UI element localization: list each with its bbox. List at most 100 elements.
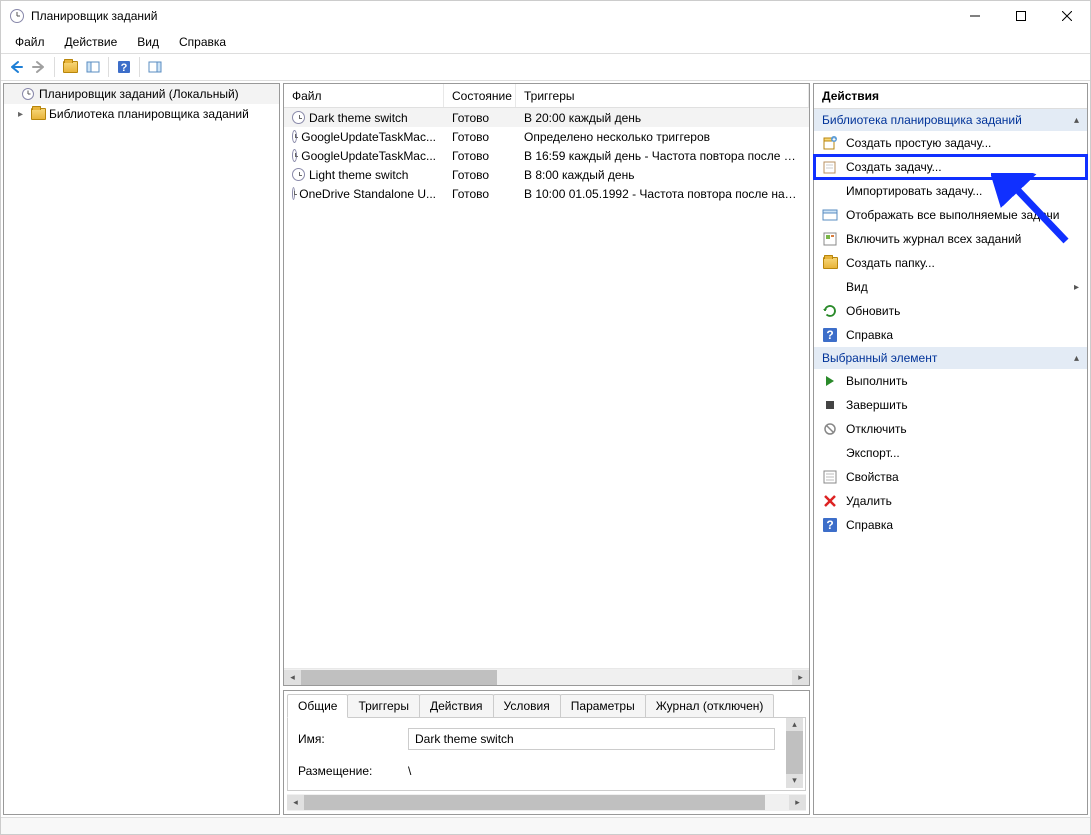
menu-file[interactable]: Файл (5, 32, 55, 52)
folder-icon (30, 106, 46, 122)
action-справка[interactable]: ?Справка (814, 513, 1087, 537)
menu-action[interactable]: Действие (55, 32, 128, 52)
tab-general[interactable]: Общие (287, 694, 348, 718)
action-удалить[interactable]: Удалить (814, 489, 1087, 513)
actions-section-selected[interactable]: Выбранный элемент ▴ (814, 347, 1087, 369)
tab-conditions[interactable]: Условия (493, 694, 561, 718)
actions-pane-header: Действия (814, 84, 1087, 109)
action-label: Вид (846, 280, 868, 294)
task-icon (292, 168, 305, 181)
action-включить-журнал-всех-заданий[interactable]: Включить журнал всех заданий (814, 227, 1087, 251)
action-отображать-все-выполняемые-задачи[interactable]: Отображать все выполняемые задачи (814, 203, 1087, 227)
action-создать-папку-[interactable]: Создать папку... (814, 251, 1087, 275)
task-name: GoogleUpdateTaskMac... (301, 149, 436, 163)
task-trigger: В 16:59 каждый день - Частота повтора по… (516, 149, 809, 163)
col-header-file[interactable]: Файл (284, 84, 444, 107)
task-trigger: Определено несколько триггеров (516, 130, 809, 144)
center-pane: Файл Состояние Триггеры Dark theme switc… (283, 83, 810, 815)
toolbar-separator (54, 57, 55, 77)
tab-settings[interactable]: Параметры (560, 694, 646, 718)
maximize-button[interactable] (998, 1, 1044, 31)
tab-actions[interactable]: Действия (419, 694, 494, 718)
task-row[interactable]: Light theme switchГотовоВ 8:00 каждый де… (284, 165, 809, 184)
action-завершить[interactable]: Завершить (814, 393, 1087, 417)
back-button[interactable] (5, 56, 27, 78)
scroll-track[interactable] (301, 669, 792, 685)
svg-text:?: ? (121, 62, 128, 74)
scroll-right-arrow[interactable]: ▸ (792, 670, 809, 685)
chevron-right-icon: ▸ (18, 109, 30, 120)
task-state: Готово (444, 111, 516, 125)
detail-location-label: Размещение: (298, 764, 408, 778)
detail-name-field[interactable] (408, 728, 775, 750)
up-button[interactable] (59, 56, 81, 78)
action-label: Отключить (846, 422, 907, 436)
action-вид[interactable]: Вид ▸ (814, 275, 1087, 299)
action-обновить[interactable]: Обновить (814, 299, 1087, 323)
forward-button[interactable] (28, 56, 50, 78)
toolbar: ? (1, 53, 1090, 81)
vertical-scrollbar[interactable]: ▴ ▾ (786, 717, 803, 788)
blank-icon (822, 183, 838, 199)
blank-icon (822, 279, 838, 295)
action-свойства[interactable]: Свойства (814, 465, 1087, 489)
scroll-right-arrow[interactable]: ▸ (789, 795, 806, 810)
horizontal-scrollbar[interactable]: ◂ ▸ (284, 668, 809, 685)
scroll-left-arrow[interactable]: ◂ (287, 795, 304, 810)
menu-view[interactable]: Вид (127, 32, 169, 52)
menu-bar: Файл Действие Вид Справка (1, 31, 1090, 53)
task-trigger: В 20:00 каждый день (516, 111, 809, 125)
action-создать-простую-задачу-[interactable]: ✦ Создать простую задачу... (814, 131, 1087, 155)
tree-library-node[interactable]: ▸ Библиотека планировщика заданий (4, 104, 279, 124)
tab-triggers[interactable]: Триггеры (347, 694, 420, 718)
actions-pane: Действия Библиотека планировщика заданий… (813, 83, 1088, 815)
tab-history[interactable]: Журнал (отключен) (645, 694, 775, 718)
detail-horizontal-scrollbar[interactable]: ◂ ▸ (287, 794, 806, 811)
task-state: Готово (444, 149, 516, 163)
properties-icon (822, 469, 838, 485)
action-экспорт-[interactable]: Экспорт... (814, 441, 1087, 465)
main-area: Планировщик заданий (Локальный) ▸ Библио… (1, 81, 1090, 817)
help-icon: ? (822, 327, 838, 343)
tab-strip: Общие Триггеры Действия Условия Параметр… (284, 691, 809, 718)
window-controls (952, 1, 1090, 31)
task-row[interactable]: GoogleUpdateTaskMac... ГотовоВ 16:59 кажд… (284, 146, 809, 165)
action-справка[interactable]: ?Справка (814, 323, 1087, 347)
task-state: Готово (444, 187, 516, 201)
tree-root-node[interactable]: Планировщик заданий (Локальный) (4, 84, 279, 104)
svg-text:✦: ✦ (831, 137, 836, 144)
scroll-left-arrow[interactable]: ◂ (284, 670, 301, 685)
scroll-thumb[interactable] (786, 731, 803, 773)
action-label: Отображать все выполняемые задачи (846, 208, 1060, 222)
show-hide-action-button[interactable] (144, 56, 166, 78)
create-task-icon (822, 159, 838, 175)
task-icon (292, 111, 305, 124)
tree-root-label: Планировщик заданий (Локальный) (39, 87, 239, 101)
window-title: Планировщик заданий (31, 9, 952, 23)
scroll-down-arrow[interactable]: ▾ (786, 774, 803, 788)
scroll-up-arrow[interactable]: ▴ (786, 717, 803, 731)
action-создать-задачу-[interactable]: Создать задачу... (814, 155, 1087, 179)
action-label: Создать простую задачу... (846, 136, 991, 150)
action-label: Обновить (846, 304, 900, 318)
task-row[interactable]: OneDrive Standalone U...ГотовоВ 10:00 01… (284, 184, 809, 203)
col-header-state[interactable]: Состояние (444, 84, 516, 107)
action-выполнить[interactable]: Выполнить (814, 369, 1087, 393)
close-button[interactable] (1044, 1, 1090, 31)
chevron-right-icon: ▸ (1074, 282, 1079, 293)
actions-section-library[interactable]: Библиотека планировщика заданий ▴ (814, 109, 1087, 131)
help-button[interactable]: ? (113, 56, 135, 78)
title-bar: Планировщик заданий (1, 1, 1090, 31)
action-label: Экспорт... (846, 446, 900, 460)
delete-icon (822, 493, 838, 509)
scroll-track[interactable] (304, 794, 789, 811)
minimize-button[interactable] (952, 1, 998, 31)
show-hide-tree-button[interactable] (82, 56, 104, 78)
task-row[interactable]: Dark theme switchГотовоВ 20:00 каждый де… (284, 108, 809, 127)
menu-help[interactable]: Справка (169, 32, 236, 52)
task-row[interactable]: GoogleUpdateTaskMac...ГотовоОпределено н… (284, 127, 809, 146)
app-icon (9, 8, 25, 24)
col-header-triggers[interactable]: Триггеры (516, 84, 809, 107)
action-импортировать-задачу-[interactable]: Импортировать задачу... (814, 179, 1087, 203)
action-отключить[interactable]: Отключить (814, 417, 1087, 441)
